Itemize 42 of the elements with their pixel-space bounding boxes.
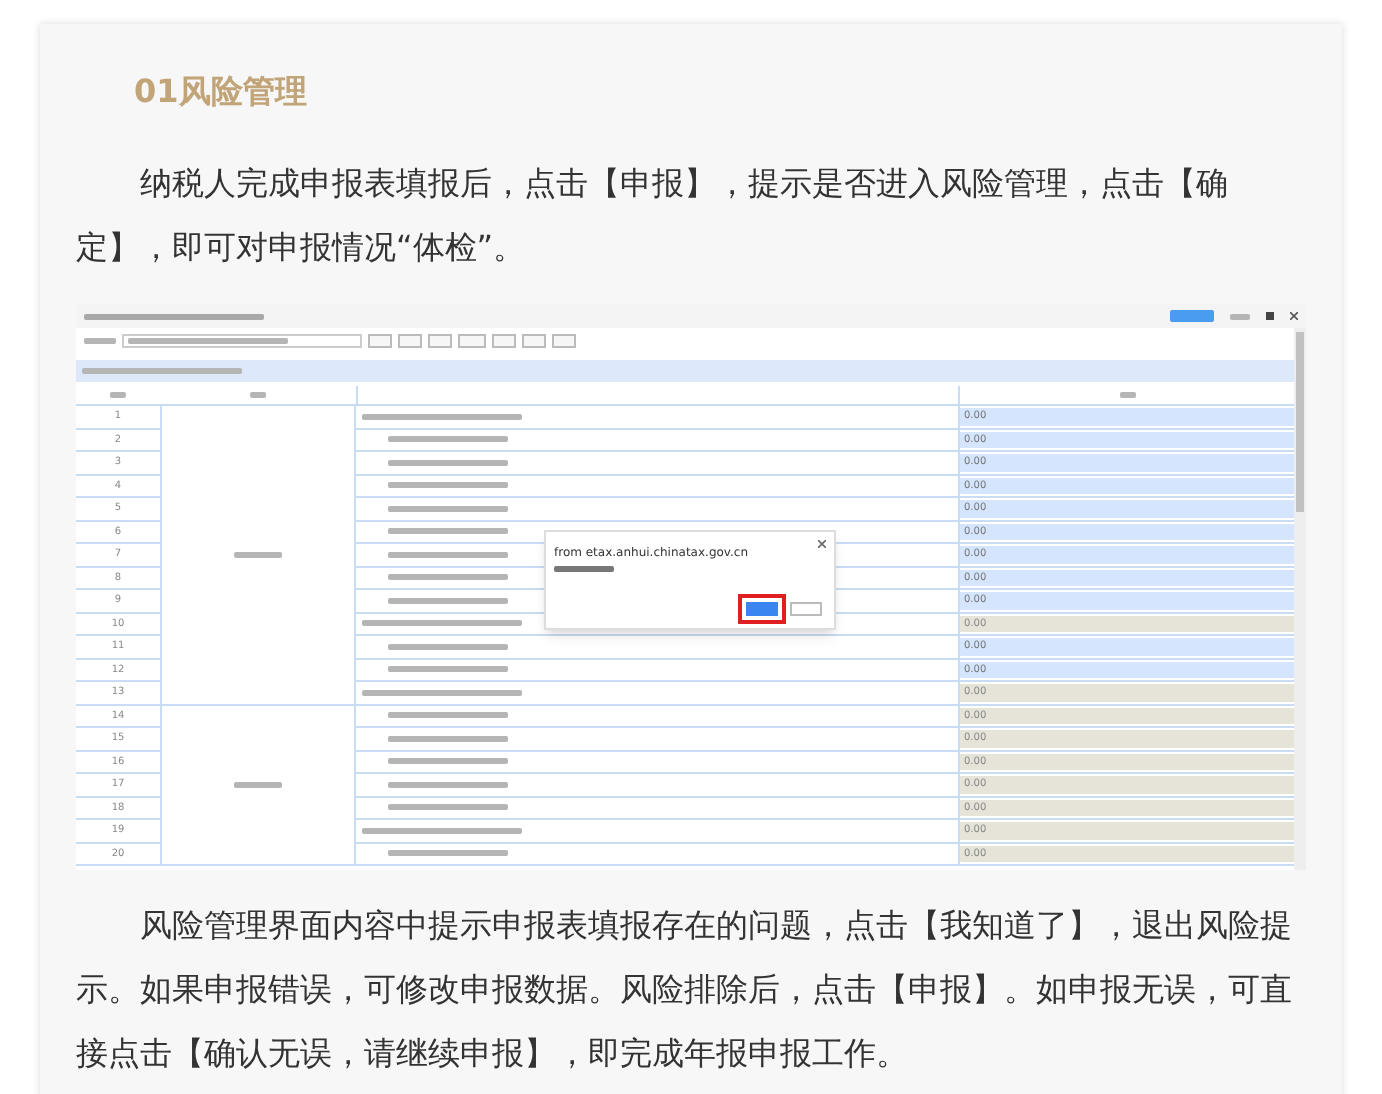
close-icon[interactable] [818, 540, 826, 548]
blurred-text [234, 551, 282, 558]
blurred-text [388, 482, 508, 489]
blurred-text [388, 712, 508, 719]
form-select[interactable] [122, 334, 362, 348]
paragraph: 风险管理界面内容中提示申报表填报存在的问题，点击【我知道了】，退出风险提示。如果申报错误，可修改申报数据。风险排除后，点击【申报】。如申报无误，可直接点击【确认无误，请继续申报】，即完成年报申报工作。 [74, 904, 1294, 1076]
toolbar-button[interactable] [398, 334, 422, 348]
blurred-text [388, 850, 508, 857]
window-icon[interactable] [1266, 312, 1274, 320]
blurred-text [554, 566, 614, 572]
blurred-text [84, 338, 116, 344]
paragraph: 纳税人完成申报表填报后，点击【申报】，提示是否进入风险管理，点击【确定】，即可对申报情况“体检”。 [74, 162, 1230, 270]
section-heading: 01风险管理 [132, 70, 309, 114]
blurred-text [388, 666, 508, 673]
toolbar-button[interactable] [552, 334, 576, 348]
blurred-text [388, 781, 508, 788]
cancel-button[interactable] [790, 602, 822, 616]
blurred-text [388, 459, 508, 466]
blurred-text [388, 643, 508, 650]
toolbar-button[interactable] [428, 334, 452, 348]
toolbar-button[interactable] [458, 334, 486, 348]
blurred-text [388, 551, 508, 558]
blurred-text [388, 574, 508, 581]
toolbar-button[interactable] [368, 334, 392, 348]
blurred-text [250, 392, 266, 398]
confirm-button[interactable] [746, 602, 778, 616]
toolbar-button[interactable] [492, 334, 516, 348]
blurred-text [388, 505, 508, 512]
blurred-text [234, 781, 282, 788]
blurred-text [388, 735, 508, 742]
blurred-text [388, 758, 508, 765]
blurred-text [388, 597, 508, 604]
blurred-text [388, 804, 508, 811]
blurred-text [388, 528, 508, 535]
blurred-text [110, 392, 126, 398]
close-icon[interactable] [1290, 312, 1298, 320]
scrollbar[interactable] [1294, 328, 1306, 870]
blurred-text [1230, 313, 1250, 319]
toolbar-button[interactable] [522, 334, 546, 348]
blurred-text [1119, 392, 1135, 398]
blurred-text [388, 436, 508, 443]
header-button[interactable] [1170, 310, 1214, 322]
